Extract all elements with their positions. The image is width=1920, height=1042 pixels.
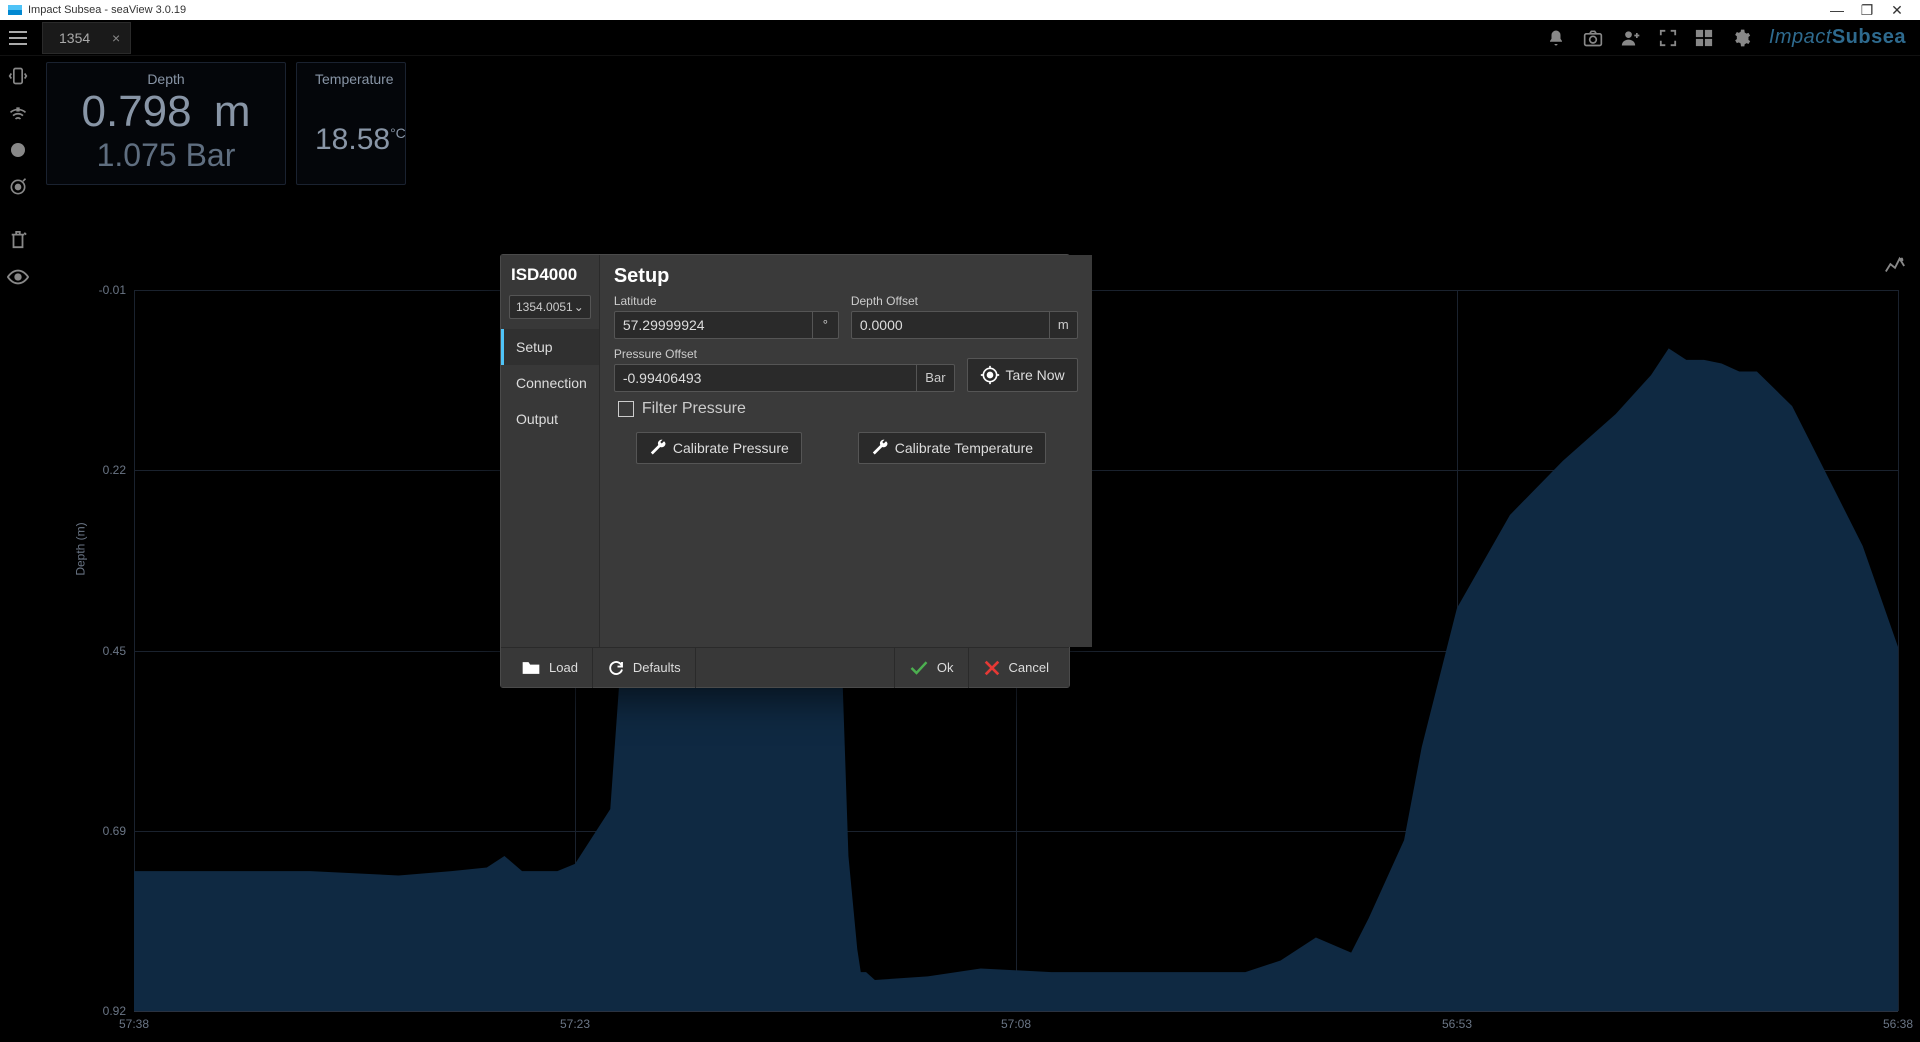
- device-swap-icon[interactable]: [8, 66, 28, 91]
- target-icon[interactable]: [8, 177, 28, 202]
- cancel-button[interactable]: Cancel: [971, 655, 1061, 681]
- refresh-icon: [607, 659, 625, 677]
- window-maximize-button[interactable]: ❐: [1852, 2, 1882, 19]
- app-icon: [8, 5, 22, 15]
- tab-close-icon[interactable]: ×: [112, 30, 120, 46]
- bell-icon[interactable]: [1547, 29, 1565, 47]
- main-view: Depth 0.798 m 1.075 Bar Temperature 18.5…: [36, 56, 1920, 1042]
- trash-icon[interactable]: [9, 230, 27, 255]
- gear-icon[interactable]: [1731, 28, 1751, 48]
- depth-card-title: Depth: [65, 71, 267, 87]
- camera-icon[interactable]: [1583, 29, 1603, 47]
- window-titlebar: Impact Subsea - seaView 3.0.19 — ❐ ✕: [0, 0, 1920, 20]
- dialog-panel-title: Setup: [614, 265, 1078, 288]
- latitude-unit: °: [813, 311, 839, 339]
- brand-logo: ImpactSubsea: [1769, 26, 1906, 49]
- y-tick: 0.45: [103, 644, 126, 658]
- ok-button[interactable]: Ok: [897, 656, 966, 680]
- window-minimize-button[interactable]: —: [1822, 2, 1852, 18]
- window-close-button[interactable]: ✕: [1882, 2, 1912, 19]
- x-tick: 56:38: [1883, 1017, 1913, 1031]
- calibrate-pressure-button[interactable]: Calibrate Pressure: [636, 432, 802, 464]
- pressure-offset-label: Pressure Offset: [614, 347, 955, 361]
- filter-pressure-label: Filter Pressure: [642, 400, 746, 418]
- settings-dialog: ISD4000 1354.0051 ⌄ Setup Connection Out…: [500, 254, 1070, 688]
- chevron-down-icon: ⌄: [574, 300, 584, 314]
- latitude-label: Latitude: [614, 294, 839, 308]
- depth-offset-label: Depth Offset: [851, 294, 1078, 308]
- dialog-nav-output[interactable]: Output: [501, 401, 599, 437]
- latitude-input[interactable]: [614, 311, 813, 339]
- eye-icon[interactable]: [7, 269, 29, 290]
- wrench-icon: [649, 439, 667, 457]
- dialog-content: Setup Latitude ° Depth Offset: [600, 255, 1092, 647]
- depth-value: 0.798 m: [65, 87, 267, 137]
- y-tick: 0.92: [103, 1004, 126, 1018]
- pressure-offset-unit: Bar: [917, 364, 954, 392]
- folder-icon: [521, 660, 541, 676]
- device-select[interactable]: 1354.0051 ⌄: [509, 295, 591, 319]
- user-add-icon[interactable]: [1621, 29, 1641, 47]
- x-tick: 57:23: [560, 1017, 590, 1031]
- dialog-nav-connection[interactable]: Connection: [501, 365, 599, 401]
- hamburger-menu-button[interactable]: [0, 20, 36, 56]
- topbar: 1354 × ImpactSubsea: [0, 20, 1920, 56]
- dialog-sidebar: ISD4000 1354.0051 ⌄ Setup Connection Out…: [501, 255, 600, 647]
- x-tick: 57:08: [1001, 1017, 1031, 1031]
- record-icon[interactable]: [10, 142, 26, 163]
- x-tick: 57:38: [119, 1017, 149, 1031]
- device-select-value: 1354.0051: [516, 300, 573, 314]
- depth-offset-input[interactable]: [851, 311, 1050, 339]
- side-rail: [0, 56, 36, 1042]
- temperature-card-title: Temperature: [315, 71, 387, 87]
- fullscreen-icon[interactable]: [1659, 29, 1677, 47]
- window-title: Impact Subsea - seaView 3.0.19: [28, 4, 186, 16]
- dialog-footer: Load Defaults Ok: [501, 647, 1069, 687]
- target-icon: [980, 365, 1000, 385]
- chart-settings-icon[interactable]: [1884, 256, 1906, 281]
- check-icon: [909, 660, 929, 676]
- tab-label: 1354: [59, 30, 90, 46]
- temperature-value: 18.58°C: [315, 123, 387, 157]
- dialog-nav-setup[interactable]: Setup: [501, 329, 599, 365]
- metric-cards: Depth 0.798 m 1.075 Bar Temperature 18.5…: [46, 62, 406, 185]
- wrench-icon: [871, 439, 889, 457]
- defaults-button[interactable]: Defaults: [595, 655, 693, 681]
- depth-offset-unit: m: [1050, 311, 1078, 339]
- tare-now-button[interactable]: Tare Now: [967, 358, 1078, 392]
- app-root: 1354 × ImpactSubsea Depth: [0, 20, 1920, 1042]
- dialog-model-title: ISD4000: [501, 255, 599, 291]
- wifi-icon[interactable]: [8, 105, 28, 128]
- load-button[interactable]: Load: [509, 656, 590, 680]
- pressure-value: 1.075 Bar: [65, 137, 267, 174]
- temperature-card[interactable]: Temperature 18.58°C: [296, 62, 406, 185]
- y-tick: -0.01: [99, 283, 126, 297]
- depth-card[interactable]: Depth 0.798 m 1.075 Bar: [46, 62, 286, 185]
- pressure-offset-input[interactable]: [614, 364, 917, 392]
- close-icon: [983, 659, 1001, 677]
- tab-device[interactable]: 1354 ×: [42, 22, 131, 54]
- y-tick: 0.69: [103, 824, 126, 838]
- dashboard-icon[interactable]: [1695, 29, 1713, 47]
- calibrate-temperature-button[interactable]: Calibrate Temperature: [858, 432, 1046, 464]
- y-axis-label: Depth (m): [74, 522, 88, 575]
- filter-pressure-checkbox[interactable]: [618, 401, 634, 417]
- y-tick: 0.22: [103, 463, 126, 477]
- x-tick: 56:53: [1442, 1017, 1472, 1031]
